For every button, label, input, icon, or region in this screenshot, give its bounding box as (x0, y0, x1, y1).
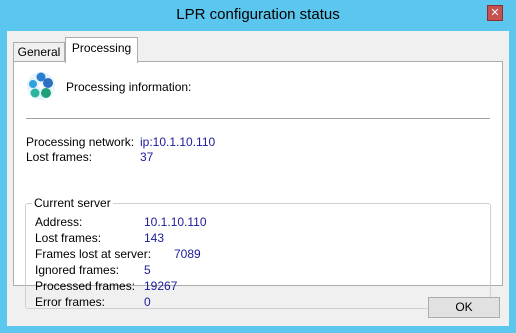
window-title: LPR configuration status (176, 6, 340, 23)
server-lost-frames-label: Lost frames: (35, 231, 102, 245)
tab-general[interactable]: General (13, 42, 65, 62)
frames-lost-at-server-value: 7089 (174, 247, 201, 261)
processing-panel: Processing information: Processing netwo… (13, 61, 503, 309)
ignored-frames-value: 5 (144, 263, 151, 277)
close-icon[interactable]: ✕ (490, 7, 499, 19)
lost-frames-value: 37 (140, 150, 154, 164)
server-address-label: Address: (35, 215, 83, 229)
frames-lost-at-server-label: Frames lost at server: (35, 247, 152, 261)
processing-network-value: ip:10.1.10.110 (140, 135, 216, 149)
processed-frames-value: 19267 (144, 279, 178, 293)
server-address-value: 10.1.10.110 (144, 215, 207, 229)
error-frames-label: Error frames: (35, 295, 106, 309)
current-server-title: Current server (32, 196, 113, 210)
server-lost-frames-value: 143 (144, 231, 165, 245)
divider (26, 118, 490, 119)
dialog-window: LPR configuration status ✕ General Proce… (0, 0, 516, 333)
processed-frames-label: Processed frames: (35, 279, 136, 293)
current-server-group: Current server Address: 10.1.10.110 Lost… (25, 196, 491, 309)
ok-button[interactable]: OK (428, 297, 500, 318)
lost-frames-label: Lost frames: (26, 150, 93, 164)
error-frames-value: 0 (144, 295, 151, 309)
title-bar[interactable]: LPR configuration status ✕ (0, 0, 516, 30)
close-button[interactable]: ✕ (487, 5, 503, 21)
globe-network-icon (27, 72, 55, 100)
dialog-client-area: General Processing Processing informatio… (7, 31, 509, 326)
tab-processing[interactable]: Processing (65, 37, 138, 63)
processing-network-label: Processing network: (26, 135, 135, 149)
processing-header: Processing information: (66, 80, 192, 94)
ignored-frames-label: Ignored frames: (35, 263, 120, 277)
